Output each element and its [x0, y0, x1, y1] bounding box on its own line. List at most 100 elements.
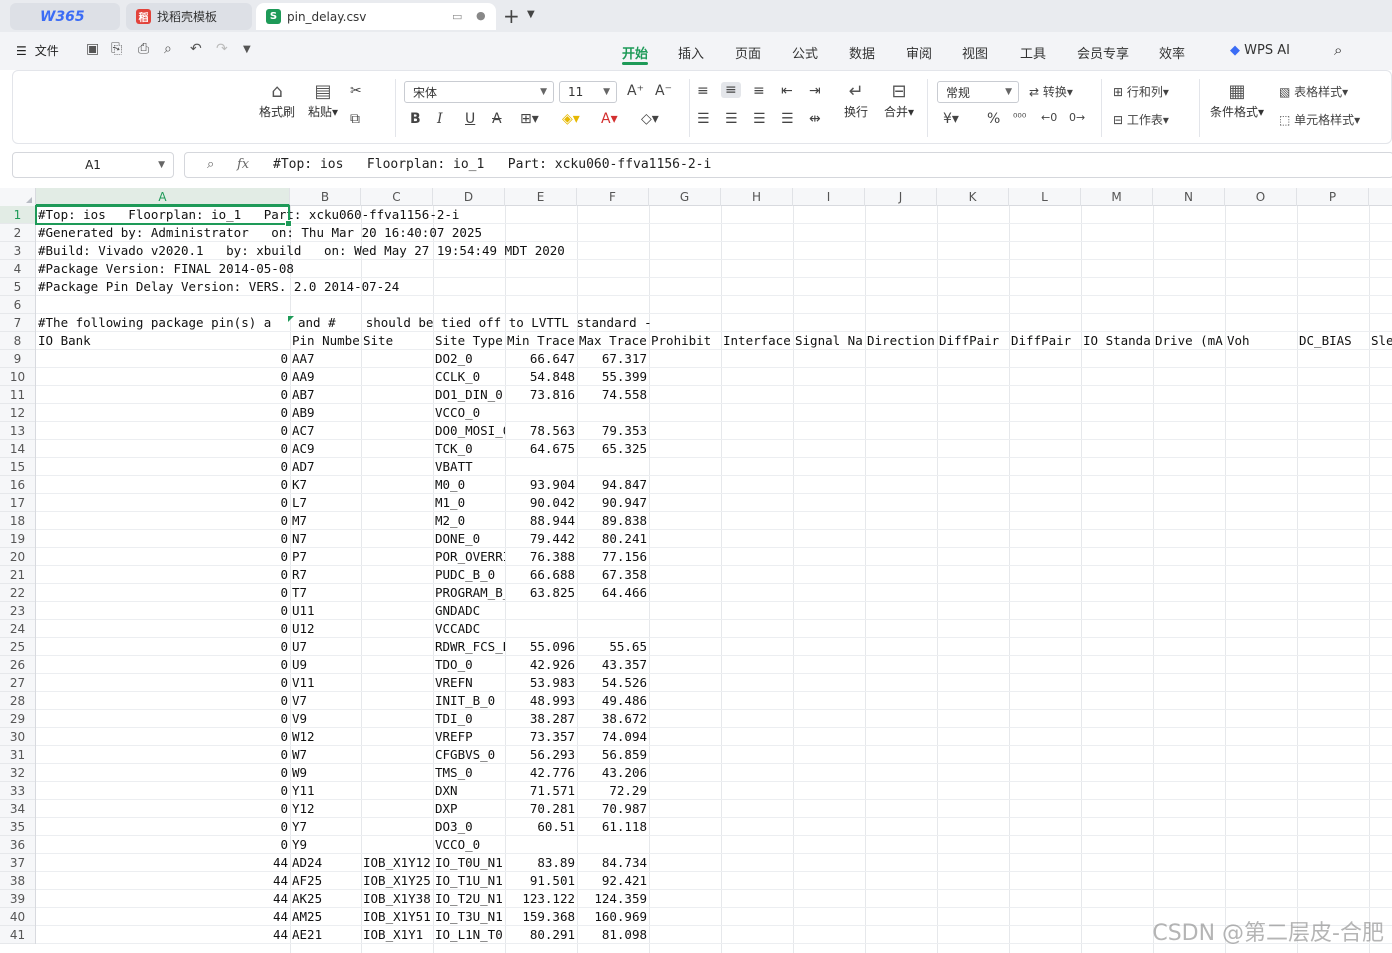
cell[interactable]: CCLK_0 [433, 368, 505, 386]
cell[interactable]: AC9 [290, 440, 361, 458]
cell[interactable] [361, 818, 433, 836]
row-header[interactable]: 12 [0, 404, 35, 422]
cell[interactable] [361, 548, 433, 566]
cell[interactable]: 55.65 [577, 638, 649, 656]
increase-decimal-icon[interactable]: ←0 [1041, 111, 1057, 124]
cell[interactable]: IO Standa [1081, 332, 1153, 350]
cell[interactable]: 159.368 [505, 908, 577, 926]
cell[interactable]: 55.096 [505, 638, 577, 656]
cell[interactable]: AM25 [290, 908, 361, 926]
justify-icon[interactable]: ☰ [781, 111, 794, 127]
undo-icon[interactable]: ↶ [190, 41, 202, 57]
cell[interactable]: Site Type [433, 332, 505, 350]
row-header[interactable]: 17 [0, 494, 35, 512]
tab-efficiency[interactable]: 效率 [1159, 43, 1185, 62]
cell[interactable] [361, 566, 433, 584]
cell[interactable] [361, 746, 433, 764]
cell[interactable]: 83.89 [505, 854, 577, 872]
row-header[interactable]: 34 [0, 800, 35, 818]
cell[interactable] [361, 350, 433, 368]
cell[interactable]: 66.688 [505, 566, 577, 584]
cell[interactable]: Y7 [290, 818, 361, 836]
row-header[interactable]: 24 [0, 620, 35, 638]
cell[interactable]: 0 [36, 836, 290, 854]
cell[interactable]: 63.825 [505, 584, 577, 602]
cell[interactable]: #The following package pin(s) a [36, 314, 290, 332]
cell[interactable]: #Package Version: FINAL 2014-05-08 [36, 260, 294, 278]
cell[interactable]: 0 [36, 494, 290, 512]
cell[interactable]: DO3_0 [433, 818, 505, 836]
cell[interactable] [361, 440, 433, 458]
cell[interactable]: VREFN [433, 674, 505, 692]
cell[interactable] [361, 764, 433, 782]
row-header[interactable]: 10 [0, 368, 35, 386]
cell[interactable]: 76.388 [505, 548, 577, 566]
cell[interactable]: P7 [290, 548, 361, 566]
cell[interactable]: 43.357 [577, 656, 649, 674]
cell[interactable]: AA9 [290, 368, 361, 386]
cell[interactable]: VCCO_0 [433, 404, 505, 422]
cell[interactable] [361, 476, 433, 494]
row-header[interactable]: 38 [0, 872, 35, 890]
cell[interactable]: 0 [36, 800, 290, 818]
cell[interactable]: 84.734 [577, 854, 649, 872]
cell[interactable]: 60.51 [505, 818, 577, 836]
cell[interactable]: 64.675 [505, 440, 577, 458]
cell[interactable]: 0 [36, 386, 290, 404]
col-header-l[interactable]: L [1009, 188, 1081, 206]
row-header[interactable]: 41 [0, 926, 35, 944]
cell[interactable]: W12 [290, 728, 361, 746]
cell[interactable]: AC7 [290, 422, 361, 440]
cell[interactable]: 0 [36, 656, 290, 674]
cell[interactable]: W9 [290, 764, 361, 782]
indent-increase-icon[interactable]: ⇥ [809, 83, 821, 99]
cell[interactable]: M2_0 [433, 512, 505, 530]
row-header[interactable]: 4 [0, 260, 35, 278]
cell[interactable]: M1_0 [433, 494, 505, 512]
cell[interactable]: 72.29 [577, 782, 649, 800]
cell[interactable]: 71.571 [505, 782, 577, 800]
cell[interactable] [361, 782, 433, 800]
cell[interactable]: 64.466 [577, 584, 649, 602]
cell[interactable] [361, 800, 433, 818]
row-header[interactable]: 22 [0, 584, 35, 602]
cell[interactable]: 92.421 [577, 872, 649, 890]
cell[interactable]: 78.563 [505, 422, 577, 440]
tab-view[interactable]: 视图 [962, 43, 988, 62]
tab-formula[interactable]: 公式 [792, 43, 818, 62]
row-header[interactable]: 2 [0, 224, 35, 242]
cell[interactable]: AD7 [290, 458, 361, 476]
indent-decrease-icon[interactable]: ⇤ [781, 83, 793, 99]
clear-icon[interactable]: ◇▾ [641, 111, 659, 127]
cell[interactable] [361, 710, 433, 728]
cell[interactable]: T7 [290, 584, 361, 602]
row-header[interactable]: 9 [0, 350, 35, 368]
row-header[interactable]: 26 [0, 656, 35, 674]
cell[interactable]: VBATT [433, 458, 505, 476]
cell[interactable]: 79.442 [505, 530, 577, 548]
cell[interactable]: L7 [290, 494, 361, 512]
cell[interactable]: Min Trace [505, 332, 577, 350]
tab-page[interactable]: 页面 [735, 43, 761, 62]
cell[interactable]: 48.993 [505, 692, 577, 710]
screen-icon[interactable]: ▭ [452, 10, 462, 23]
cell[interactable] [577, 836, 649, 854]
cell[interactable]: 67.317 [577, 350, 649, 368]
cell[interactable] [361, 674, 433, 692]
cell[interactable]: 0 [36, 602, 290, 620]
cell[interactable]: PROGRAM_B_0 [433, 584, 505, 602]
export-icon[interactable]: ⎘ [111, 41, 122, 57]
cell[interactable]: 44 [36, 908, 290, 926]
cell[interactable]: 56.859 [577, 746, 649, 764]
print-icon[interactable]: ⎙ [138, 41, 149, 57]
select-all-corner[interactable] [0, 188, 36, 206]
row-header[interactable]: 32 [0, 764, 35, 782]
new-tab-icon[interactable]: + [503, 4, 520, 28]
tab-pin-delay-csv[interactable]: S pin_delay.csv ▭ ● [256, 3, 496, 30]
col-header-o[interactable]: O [1225, 188, 1297, 206]
align-bottom-icon[interactable]: ≡ [753, 83, 765, 99]
cell[interactable]: DO0_MOSI_0 [433, 422, 505, 440]
cell[interactable] [361, 512, 433, 530]
align-middle-icon[interactable]: ≡ [721, 82, 741, 98]
cell[interactable]: 44 [36, 872, 290, 890]
